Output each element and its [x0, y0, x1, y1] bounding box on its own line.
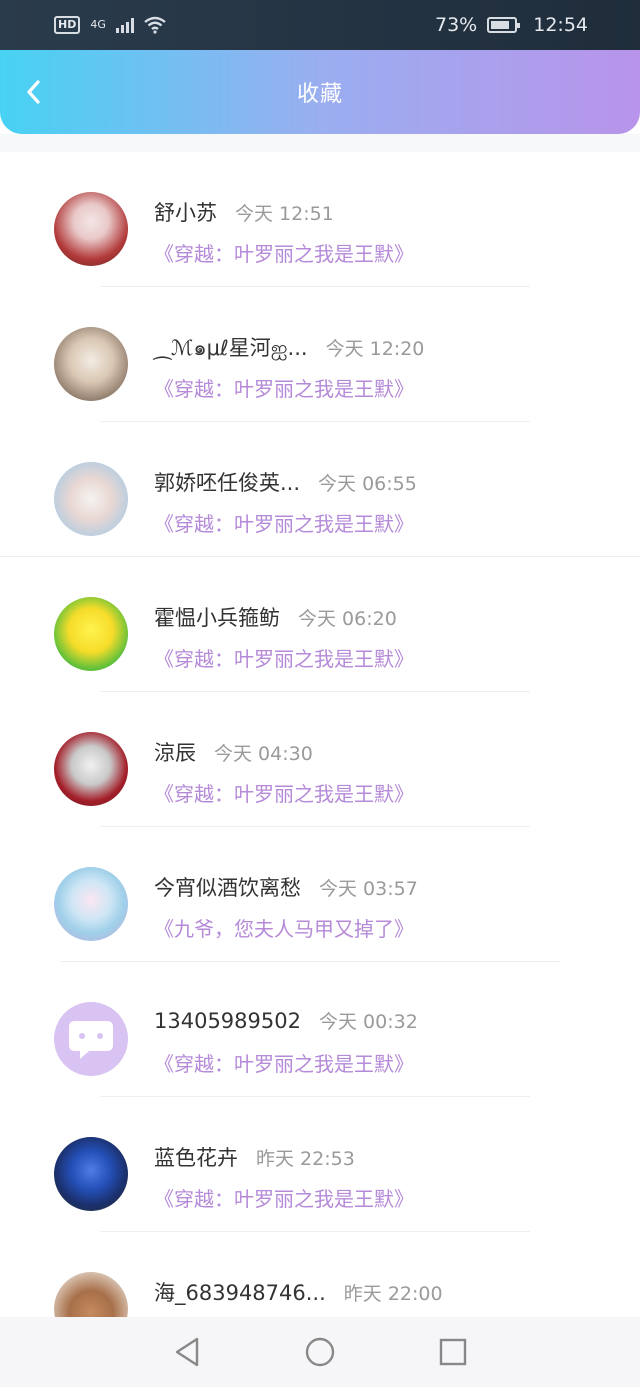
avatar[interactable] [54, 1137, 128, 1211]
avatar[interactable] [54, 462, 128, 536]
book-title[interactable]: 《九爷，您夫人马甲又掉了》 [154, 913, 414, 942]
timestamp: 今天 03:57 [319, 878, 418, 900]
avatar[interactable] [54, 192, 128, 266]
hd-icon: HD [54, 16, 81, 34]
timestamp: 今天 00:32 [318, 1011, 418, 1033]
timestamp: 今天 12:51 [235, 203, 334, 225]
list-item[interactable]: 郭娇呸任俊英... 今天 06:55 《穿越：叶罗丽之我是王默》 [0, 422, 640, 557]
battery-icon [487, 17, 521, 33]
timestamp: 昨天 22:53 [256, 1148, 355, 1170]
timestamp: 今天 06:55 [318, 473, 417, 495]
user-name: 海_683948746... [154, 1281, 326, 1305]
square-recent-icon [440, 1338, 467, 1366]
list-item[interactable]: 涼辰 今天 04:30 《穿越：叶罗丽之我是王默》 [0, 692, 640, 827]
avatar[interactable] [54, 597, 128, 671]
book-title[interactable]: 《穿越：叶罗丽之我是王默》 [154, 238, 414, 267]
list-item[interactable]: 13405989502 今天 00:32 《穿越：叶罗丽之我是王默》 [0, 962, 640, 1097]
avatar[interactable] [54, 732, 128, 806]
timestamp: 今天 12:20 [325, 338, 425, 360]
list-item[interactable]: 舒小苏 今天 12:51 《穿越：叶罗丽之我是王默》 [0, 152, 640, 287]
user-name: 13405989502 [154, 1009, 301, 1033]
favorites-list: 舒小苏 今天 12:51 《穿越：叶罗丽之我是王默》 ⁔ℳ๑μℓ星河ஐ... 今… [0, 152, 640, 1367]
signal-icon [115, 17, 134, 33]
book-title[interactable]: 《穿越：叶罗丽之我是王默》 [154, 643, 414, 672]
list-item[interactable]: ⁔ℳ๑μℓ星河ஐ... 今天 12:20 《穿越：叶罗丽之我是王默》 [0, 287, 640, 422]
timestamp: 今天 06:20 [298, 608, 397, 630]
list-item[interactable]: 蓝色花卉 昨天 22:53 《穿越：叶罗丽之我是王默》 [0, 1097, 640, 1232]
status-right: 73% 12:54 [435, 14, 588, 36]
list-item[interactable]: 今宵似酒饮离愁 今天 03:57 《九爷，您夫人马甲又掉了》 [0, 827, 640, 962]
status-bar: HD 4G 73% 12:54 [0, 0, 640, 50]
timestamp: 今天 04:30 [214, 743, 313, 765]
user-name: 霍愠小兵箍鲂 [154, 606, 280, 630]
header-gap [0, 134, 640, 152]
book-title[interactable]: 《穿越：叶罗丽之我是王默》 [154, 1048, 414, 1077]
clock: 12:54 [533, 14, 588, 36]
book-title[interactable]: 《穿越：叶罗丽之我是王默》 [154, 1183, 414, 1212]
triangle-back-icon [175, 1337, 198, 1367]
page-title: 收藏 [296, 82, 343, 107]
user-name: 郭娇呸任俊英... [154, 471, 301, 495]
status-left: HD 4G [54, 16, 166, 34]
nav-back-button[interactable] [167, 1332, 207, 1372]
book-title[interactable]: 《穿越：叶罗丽之我是王默》 [154, 373, 414, 402]
battery-percent: 73% [435, 14, 478, 36]
circle-home-icon [305, 1337, 335, 1367]
network-type: 4G [90, 18, 106, 31]
avatar[interactable] [54, 327, 128, 401]
timestamp: 昨天 22:00 [343, 1283, 443, 1305]
back-button[interactable] [18, 76, 50, 108]
nav-recent-button[interactable] [433, 1332, 473, 1372]
chevron-left-icon [27, 80, 40, 104]
user-name: 舒小苏 [154, 201, 217, 225]
user-name: 蓝色花卉 [154, 1146, 238, 1170]
system-nav-bar [0, 1317, 640, 1387]
user-name: 今宵似酒饮离愁 [154, 876, 301, 900]
nav-home-button[interactable] [300, 1332, 340, 1372]
header-bar: 收藏 [0, 50, 640, 134]
user-name: ⁔ℳ๑μℓ星河ஐ... [154, 336, 308, 360]
user-name: 涼辰 [154, 741, 196, 765]
book-title[interactable]: 《穿越：叶罗丽之我是王默》 [154, 778, 414, 807]
wifi-icon [144, 16, 166, 34]
default-avatar-chat-icon [69, 1021, 113, 1059]
list-item[interactable]: 霍愠小兵箍鲂 今天 06:20 《穿越：叶罗丽之我是王默》 [0, 557, 640, 692]
book-title[interactable]: 《穿越：叶罗丽之我是王默》 [154, 508, 414, 537]
avatar[interactable] [54, 867, 128, 941]
avatar[interactable] [54, 1002, 128, 1076]
